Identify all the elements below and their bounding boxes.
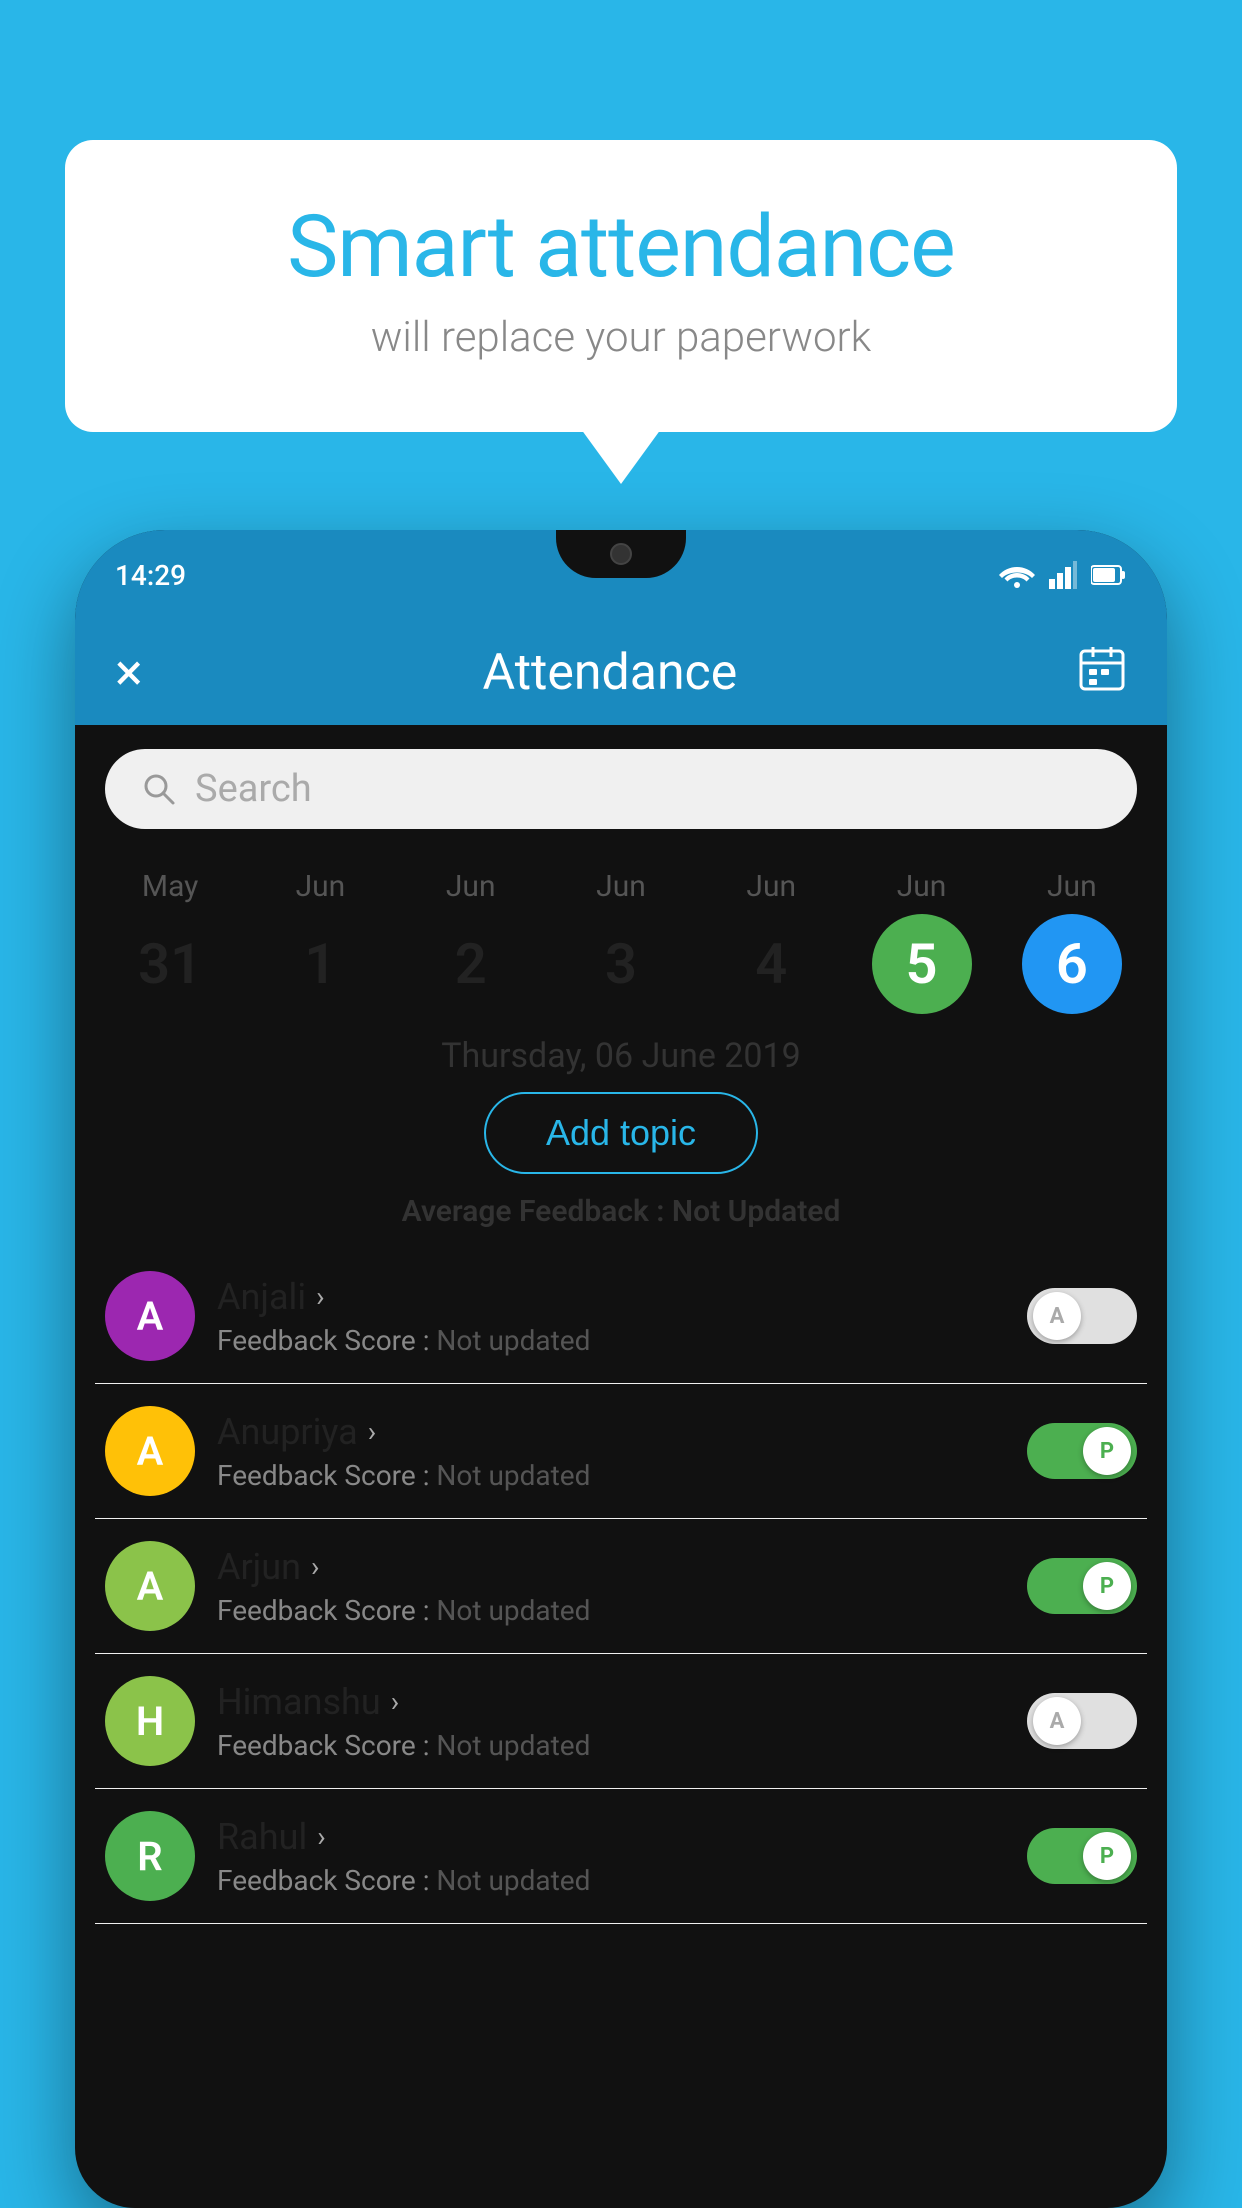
student-avatar: A: [105, 1271, 195, 1361]
attendance-toggle[interactable]: A: [1027, 1693, 1137, 1749]
attendance-toggle[interactable]: P: [1027, 1828, 1137, 1884]
calendar-day[interactable]: Jun 2: [411, 869, 531, 1014]
avg-feedback: Average Feedback : Not Updated: [75, 1194, 1167, 1229]
student-avatar: H: [105, 1676, 195, 1766]
student-item[interactable]: H Himanshu › Feedback Score : Not updated A: [95, 1654, 1147, 1789]
student-feedback: Feedback Score : Not updated: [217, 1594, 1005, 1627]
student-name: Himanshu ›: [217, 1681, 1005, 1723]
cal-date-number: 1: [270, 914, 370, 1014]
cal-month-label: Jun: [296, 869, 346, 904]
cal-month-label: Jun: [1047, 869, 1097, 904]
calendar-day[interactable]: Jun 6: [1012, 869, 1132, 1014]
close-button[interactable]: ×: [115, 642, 143, 703]
toggle-knob: P: [1083, 1832, 1131, 1880]
cal-month-label: Jun: [596, 869, 646, 904]
battery-icon: [1091, 564, 1127, 586]
calendar-day[interactable]: Jun 3: [561, 869, 681, 1014]
calendar-button[interactable]: [1077, 643, 1127, 703]
feedback-value: Not updated: [436, 1324, 590, 1357]
student-name: Arjun ›: [217, 1546, 1005, 1588]
feedback-value: Not updated: [436, 1729, 590, 1762]
calendar-day[interactable]: Jun 4: [711, 869, 831, 1014]
student-item[interactable]: R Rahul › Feedback Score : Not updated P: [95, 1789, 1147, 1924]
student-info: Anupriya › Feedback Score : Not updated: [217, 1411, 1005, 1492]
bubble-subtitle: will replace your paperwork: [145, 313, 1097, 362]
avg-feedback-label: Average Feedback :: [402, 1194, 665, 1229]
calendar-row: May 31 Jun 1 Jun 2 Jun 3 Jun 4 Jun 5 Jun 6: [75, 849, 1167, 1014]
search-icon: [141, 771, 177, 807]
cal-month-label: Jun: [897, 869, 947, 904]
wifi-icon: [999, 561, 1035, 589]
attendance-toggle[interactable]: P: [1027, 1423, 1137, 1479]
screen-content: Search May 31 Jun 1 Jun 2 Jun 3 Jun 4 Jun 5 Jun 6 Thu…: [75, 725, 1167, 1924]
selected-date: Thursday, 06 June 2019: [75, 1036, 1167, 1076]
student-info: Arjun › Feedback Score : Not updated: [217, 1546, 1005, 1627]
phone-frame: 14:29: [75, 530, 1167, 2208]
cal-month-label: Jun: [746, 869, 796, 904]
search-bar[interactable]: Search: [105, 749, 1137, 829]
student-avatar: R: [105, 1811, 195, 1901]
speech-bubble-container: Smart attendance will replace your paper…: [65, 140, 1177, 432]
student-name: Anupriya ›: [217, 1411, 1005, 1453]
chevron-right-icon: ›: [316, 1280, 324, 1313]
calendar-icon: [1077, 643, 1127, 693]
student-avatar: A: [105, 1541, 195, 1631]
cal-month-label: Jun: [446, 869, 496, 904]
search-placeholder: Search: [195, 767, 312, 811]
student-feedback: Feedback Score : Not updated: [217, 1729, 1005, 1762]
cal-date-number: 4: [721, 914, 821, 1014]
cal-date-number: 2: [421, 914, 521, 1014]
feedback-value: Not updated: [436, 1594, 590, 1627]
student-list: AAnjali ›Feedback Score : Not updatedAAA…: [75, 1249, 1167, 1924]
toggle-knob: P: [1083, 1427, 1131, 1475]
student-feedback: Feedback Score : Not updated: [217, 1459, 1005, 1492]
toggle-knob: A: [1033, 1697, 1081, 1745]
feedback-value: Not updated: [436, 1864, 590, 1897]
cal-date-number: 31: [120, 914, 220, 1014]
status-time: 14:29: [115, 559, 186, 592]
toggle-knob: A: [1033, 1292, 1081, 1340]
calendar-day[interactable]: Jun 5: [862, 869, 982, 1014]
speech-bubble: Smart attendance will replace your paper…: [65, 140, 1177, 432]
student-item[interactable]: A Anjali › Feedback Score : Not updated A: [95, 1249, 1147, 1384]
student-info: Rahul › Feedback Score : Not updated: [217, 1816, 1005, 1897]
phone-notch: [556, 530, 686, 578]
avg-feedback-value: Not Updated: [672, 1194, 840, 1229]
cal-month-label: May: [142, 869, 198, 904]
student-item[interactable]: A Anupriya › Feedback Score : Not updated P: [95, 1384, 1147, 1519]
bubble-title: Smart attendance: [145, 200, 1097, 295]
cal-date-number: 6: [1022, 914, 1122, 1014]
toggle-knob: P: [1083, 1562, 1131, 1610]
attendance-toggle[interactable]: A: [1027, 1288, 1137, 1344]
status-bar: 14:29: [75, 530, 1167, 620]
student-name: Rahul ›: [217, 1816, 1005, 1858]
status-icons: [999, 561, 1127, 589]
chevron-right-icon: ›: [368, 1415, 376, 1448]
cal-date-number: 5: [872, 914, 972, 1014]
calendar-day[interactable]: Jun 1: [260, 869, 380, 1014]
student-name: Anjali ›: [217, 1276, 1005, 1318]
signal-icon: [1049, 561, 1077, 589]
attendance-toggle[interactable]: P: [1027, 1558, 1137, 1614]
calendar-day[interactable]: May 31: [110, 869, 230, 1014]
student-feedback: Feedback Score : Not updated: [217, 1864, 1005, 1897]
student-item[interactable]: A Arjun › Feedback Score : Not updated P: [95, 1519, 1147, 1654]
camera: [610, 543, 632, 565]
student-info: Himanshu › Feedback Score : Not updated: [217, 1681, 1005, 1762]
add-topic-button[interactable]: Add topic: [484, 1092, 758, 1174]
cal-date-number: 3: [571, 914, 671, 1014]
student-info: Anjali › Feedback Score : Not updated: [217, 1276, 1005, 1357]
chevron-right-icon: ›: [317, 1820, 325, 1853]
app-title: Attendance: [483, 644, 738, 702]
student-avatar: A: [105, 1406, 195, 1496]
chevron-right-icon: ›: [391, 1685, 399, 1718]
chevron-right-icon: ›: [311, 1550, 319, 1583]
student-feedback: Feedback Score : Not updated: [217, 1324, 1005, 1357]
feedback-value: Not updated: [436, 1459, 590, 1492]
app-header: × Attendance: [75, 620, 1167, 725]
